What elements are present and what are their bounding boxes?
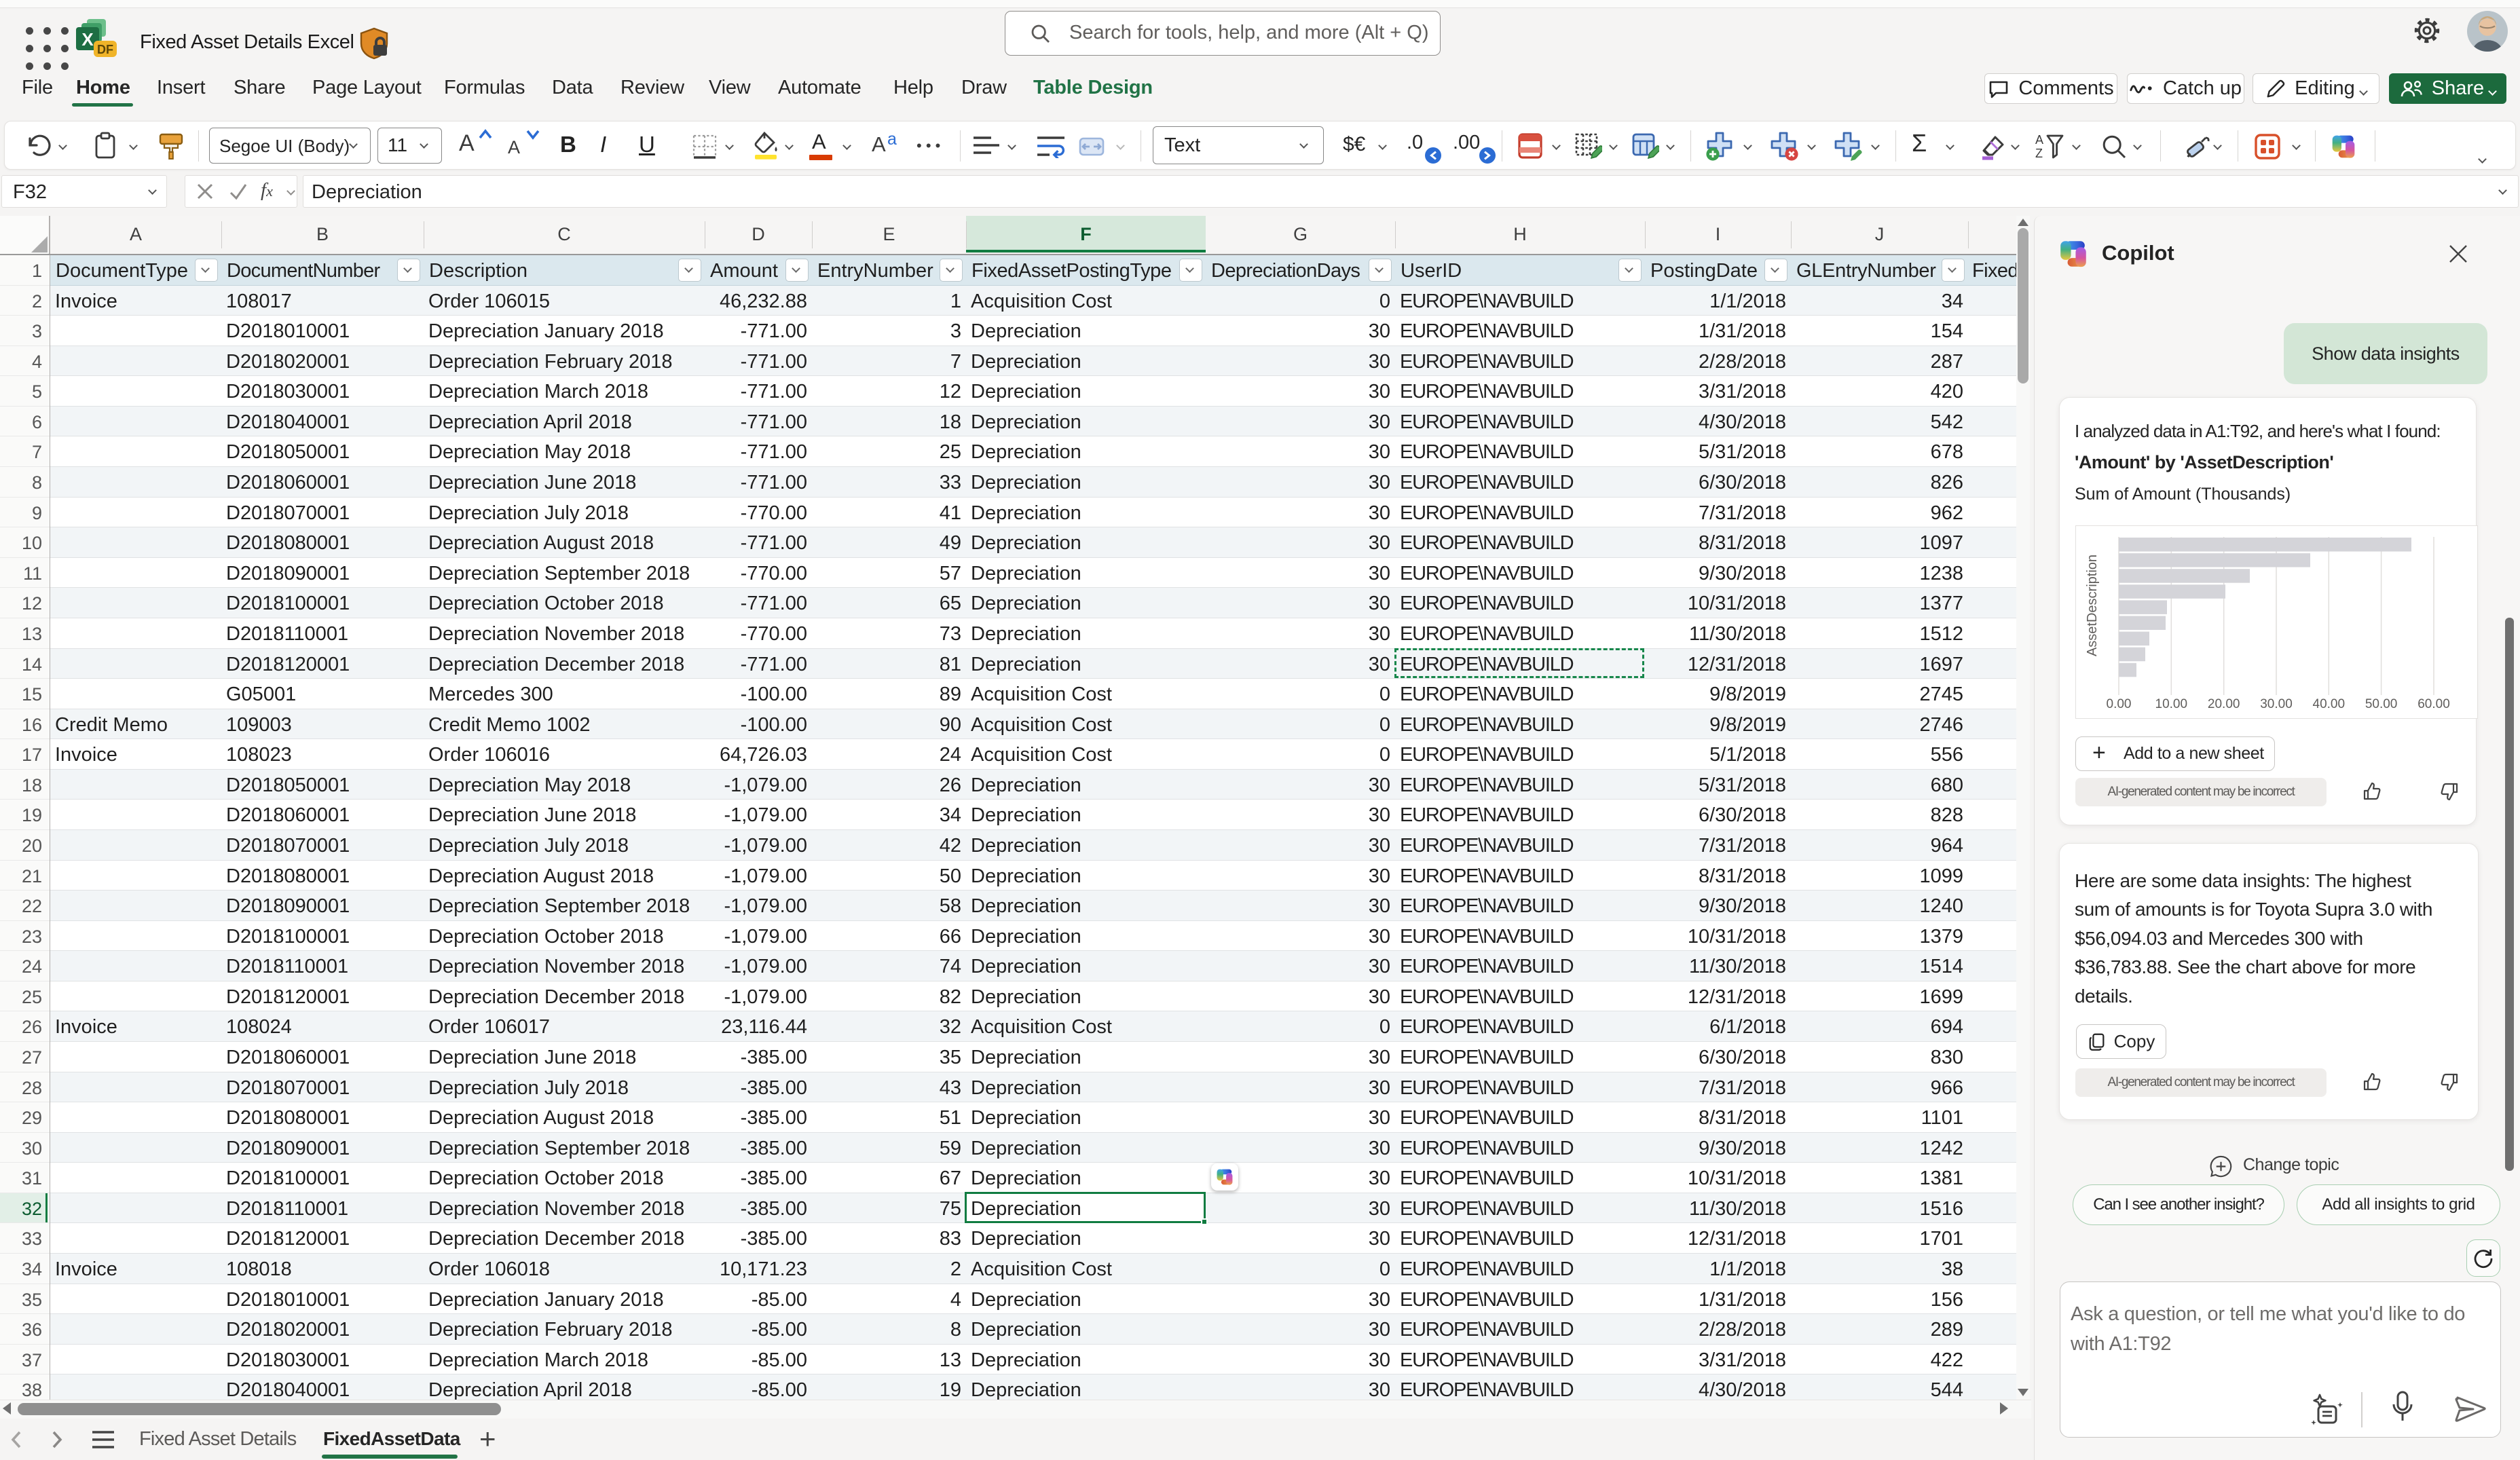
svg-text:A: A	[2035, 133, 2043, 147]
svg-text:20.00: 20.00	[2208, 697, 2240, 711]
svg-text:50.00: 50.00	[2365, 697, 2398, 711]
svg-text:AssetDescription: AssetDescription	[2085, 555, 2100, 656]
svg-text:0.00: 0.00	[2107, 697, 2132, 711]
svg-text:40.00: 40.00	[2313, 697, 2346, 711]
svg-text:X: X	[81, 29, 94, 50]
svg-text:30.00: 30.00	[2260, 697, 2293, 711]
svg-text:DF: DF	[97, 43, 113, 56]
svg-text:60.00: 60.00	[2417, 697, 2450, 711]
svg-text:Z: Z	[2035, 147, 2043, 160]
svg-text:10.00: 10.00	[2155, 697, 2188, 711]
